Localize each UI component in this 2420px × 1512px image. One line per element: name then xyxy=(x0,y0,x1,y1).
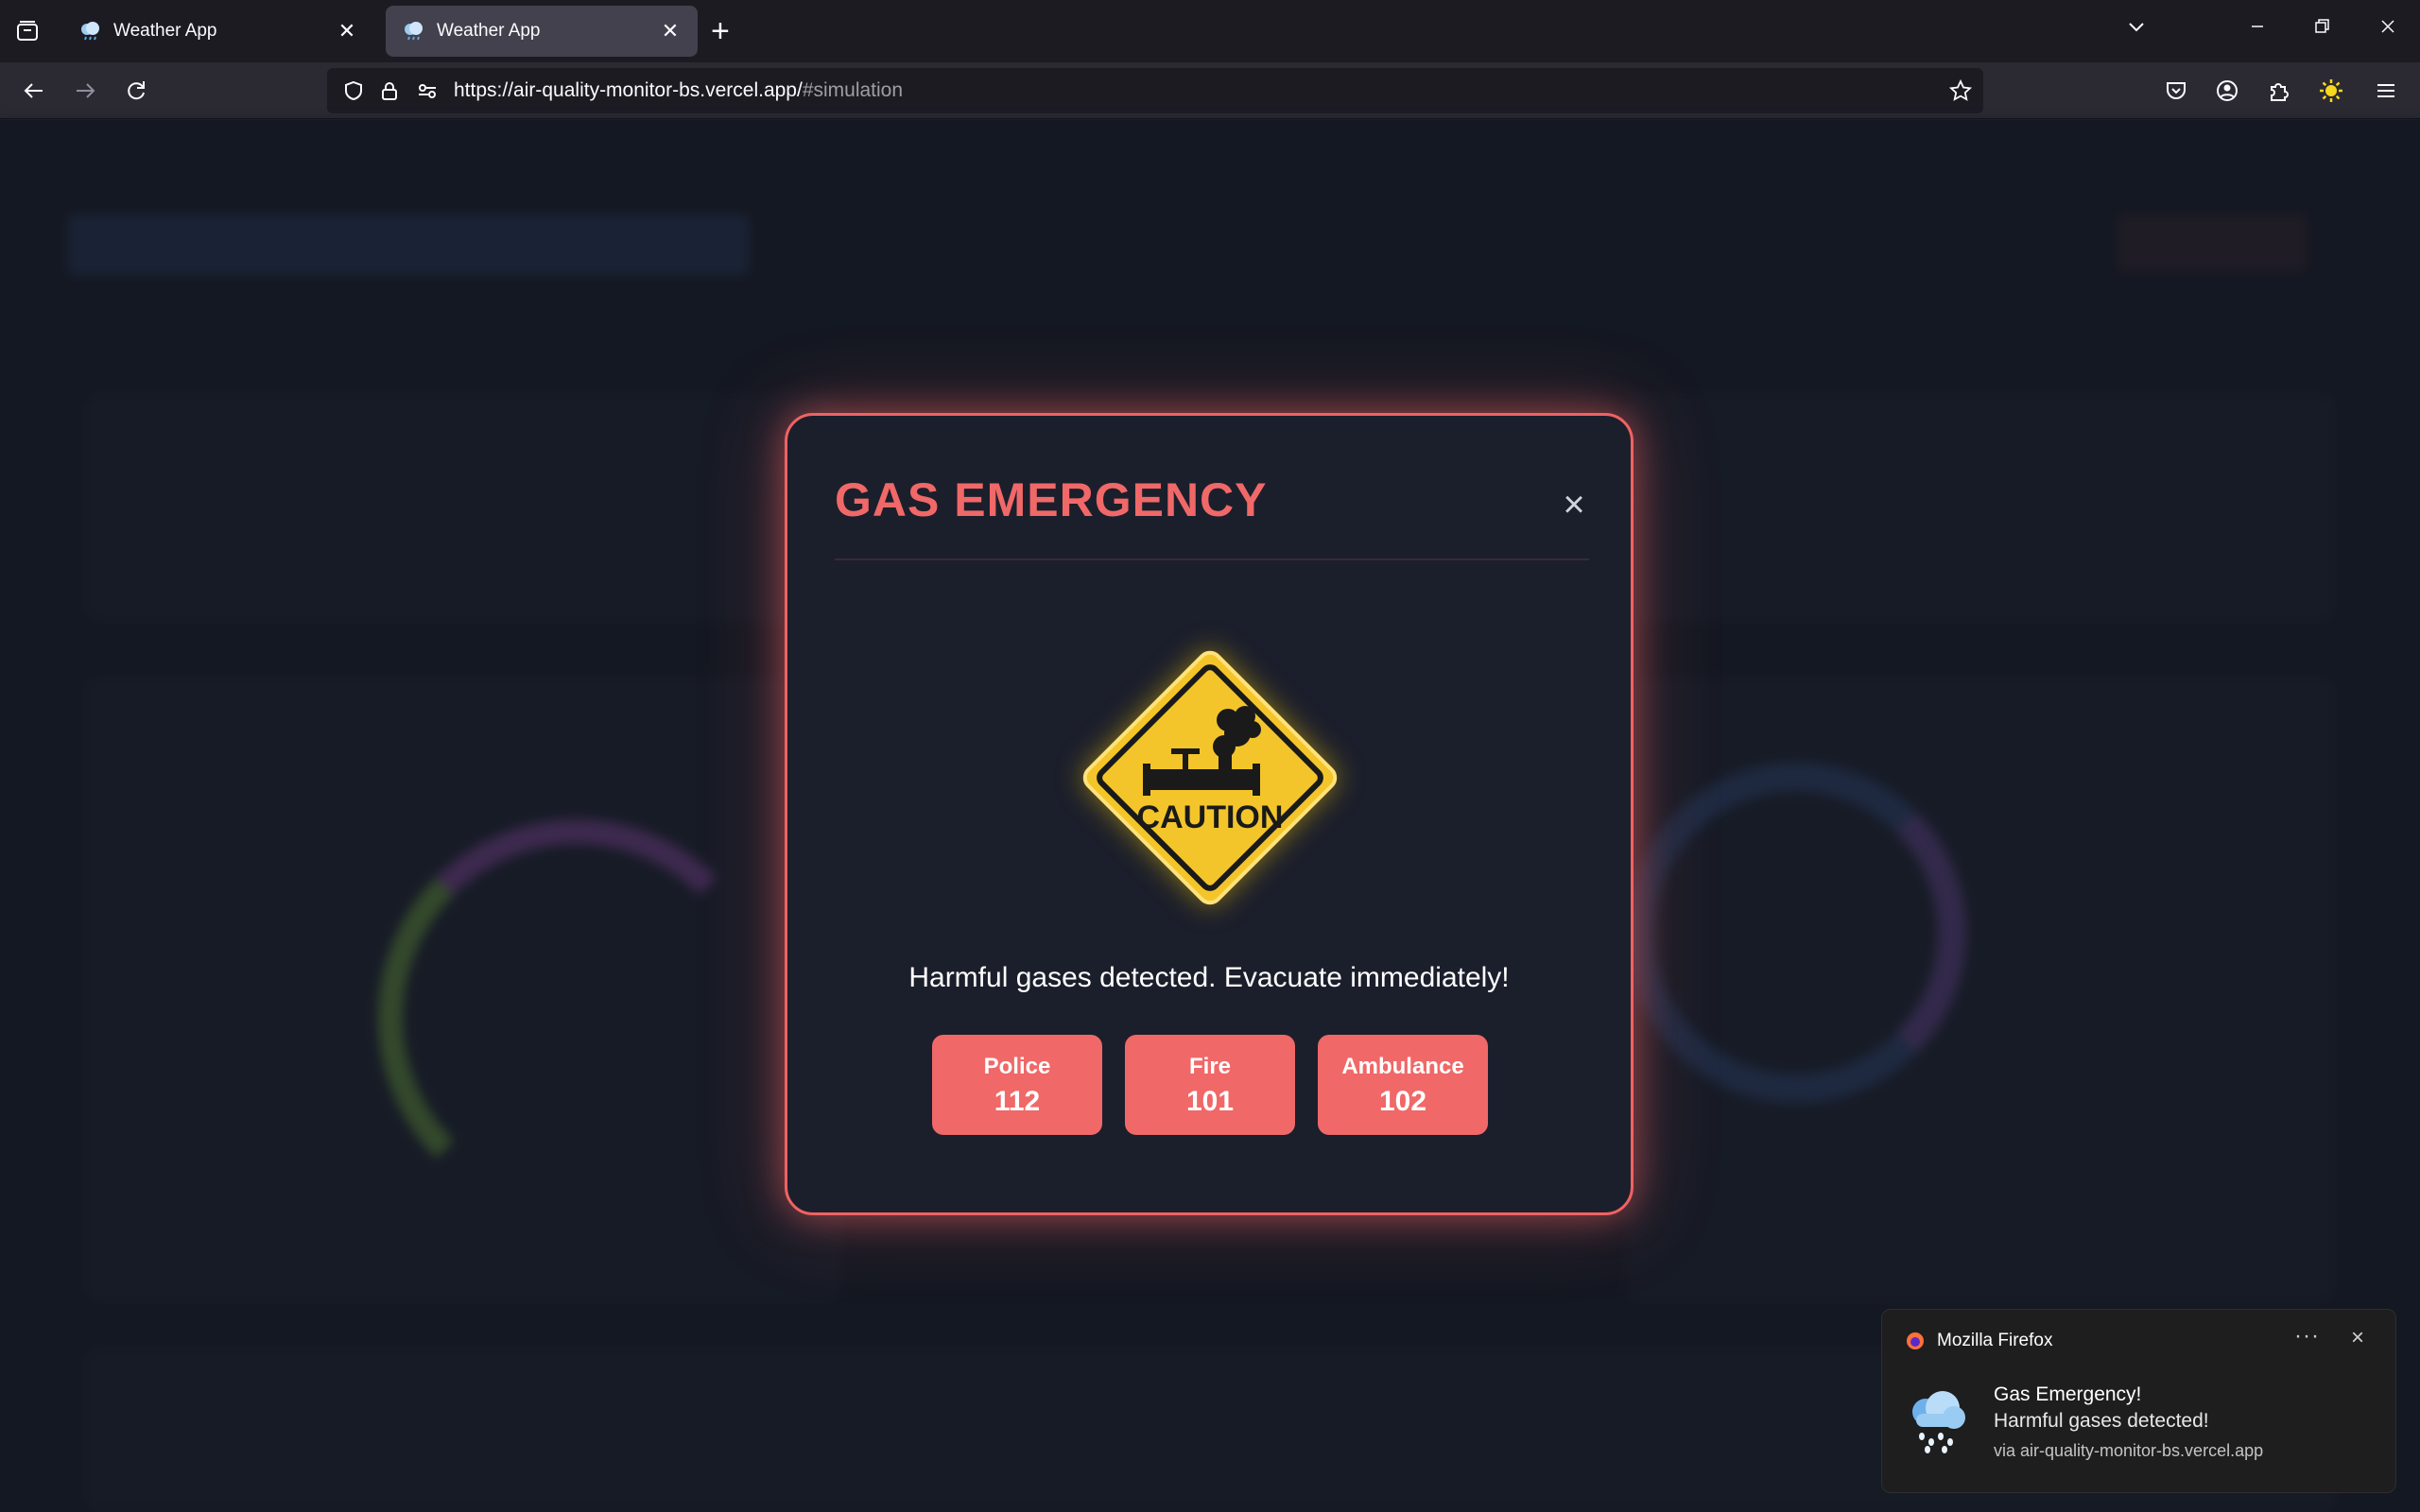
shield-icon[interactable] xyxy=(338,76,369,106)
modal-title: GAS EMERGENCY xyxy=(835,473,1268,526)
tab-close-icon[interactable]: ✕ xyxy=(658,19,683,43)
bookmark-star-icon[interactable] xyxy=(1945,76,1976,106)
url-bar[interactable]: https://air-quality-monitor-bs.vercel.ap… xyxy=(327,68,1983,113)
account-icon[interactable] xyxy=(2212,76,2242,106)
menu-icon[interactable] xyxy=(2371,76,2401,106)
tab-strip: Weather App ✕ Weather App ✕ + xyxy=(0,0,2420,62)
notification-title: Gas Emergency! xyxy=(1994,1383,2142,1405)
list-all-tabs-icon[interactable] xyxy=(2125,15,2148,43)
extensions-icon[interactable] xyxy=(2263,76,2293,106)
minimize-icon[interactable] xyxy=(2246,15,2269,43)
navigation-toolbar: https://air-quality-monitor-bs.vercel.ap… xyxy=(0,62,2420,119)
emergency-message: Harmful gases detected. Evacuate immedia… xyxy=(908,962,1510,993)
close-icon[interactable]: × xyxy=(1557,486,1591,524)
tab-list-icon[interactable] xyxy=(0,0,55,62)
permissions-icon[interactable] xyxy=(412,76,442,106)
reload-icon[interactable] xyxy=(121,76,151,106)
notification-source: via air-quality-monitor-bs.vercel.app xyxy=(1994,1441,2264,1460)
contact-number: 112 xyxy=(994,1086,1041,1117)
contact-label: Police xyxy=(983,1054,1051,1079)
sun-icon[interactable] xyxy=(2316,76,2346,106)
tab-weather-app-2[interactable]: Weather App ✕ xyxy=(386,6,698,57)
forward-icon[interactable] xyxy=(70,76,100,106)
gas-emergency-modal: GAS EMERGENCY × CAUTION Harmful gases de… xyxy=(785,413,1634,1215)
restore-icon[interactable] xyxy=(2310,15,2333,43)
tab-weather-app-1[interactable]: Weather App ✕ xyxy=(62,6,374,57)
caution-sign-text: CAUTION xyxy=(1137,799,1284,835)
close-window-icon[interactable] xyxy=(2377,15,2399,43)
tab-close-icon[interactable]: ✕ xyxy=(335,19,359,43)
weather-favicon-icon xyxy=(81,22,99,41)
more-options-icon[interactable]: ··· xyxy=(2294,1323,2320,1349)
ambulance-contact-button[interactable]: Ambulance 102 xyxy=(1318,1035,1488,1135)
close-icon[interactable]: × xyxy=(2351,1325,2364,1351)
firefox-icon xyxy=(1907,1332,1924,1349)
notification-body: Harmful gases detected! xyxy=(1994,1410,2209,1432)
new-tab-icon[interactable]: + xyxy=(711,13,730,49)
url-text[interactable]: https://air-quality-monitor-bs.vercel.ap… xyxy=(454,79,903,102)
fire-contact-button[interactable]: Fire 101 xyxy=(1125,1035,1295,1135)
url-host: https://air-quality-monitor-bs.vercel.ap… xyxy=(454,79,803,101)
weather-favicon-icon xyxy=(405,22,423,41)
divider xyxy=(835,558,1589,560)
back-icon[interactable] xyxy=(19,76,49,106)
tab-title: Weather App xyxy=(113,21,217,41)
caution-sign-icon: CAUTION xyxy=(1082,650,1338,905)
police-contact-button[interactable]: Police 112 xyxy=(932,1035,1102,1135)
url-path: #simulation xyxy=(802,79,904,101)
contact-label: Ambulance xyxy=(1341,1054,1464,1079)
system-notification[interactable]: Mozilla Firefox ··· × Gas Emergency! Har… xyxy=(1881,1309,2396,1493)
contact-number: 102 xyxy=(1378,1086,1427,1117)
contact-label: Fire xyxy=(1188,1054,1231,1079)
lock-icon[interactable] xyxy=(374,76,405,106)
notification-app-name: Mozilla Firefox xyxy=(1937,1331,2053,1350)
rain-cloud-icon xyxy=(1912,1391,1965,1453)
pocket-icon[interactable] xyxy=(2161,76,2191,106)
contact-number: 101 xyxy=(1185,1086,1235,1117)
tab-title: Weather App xyxy=(437,21,541,41)
